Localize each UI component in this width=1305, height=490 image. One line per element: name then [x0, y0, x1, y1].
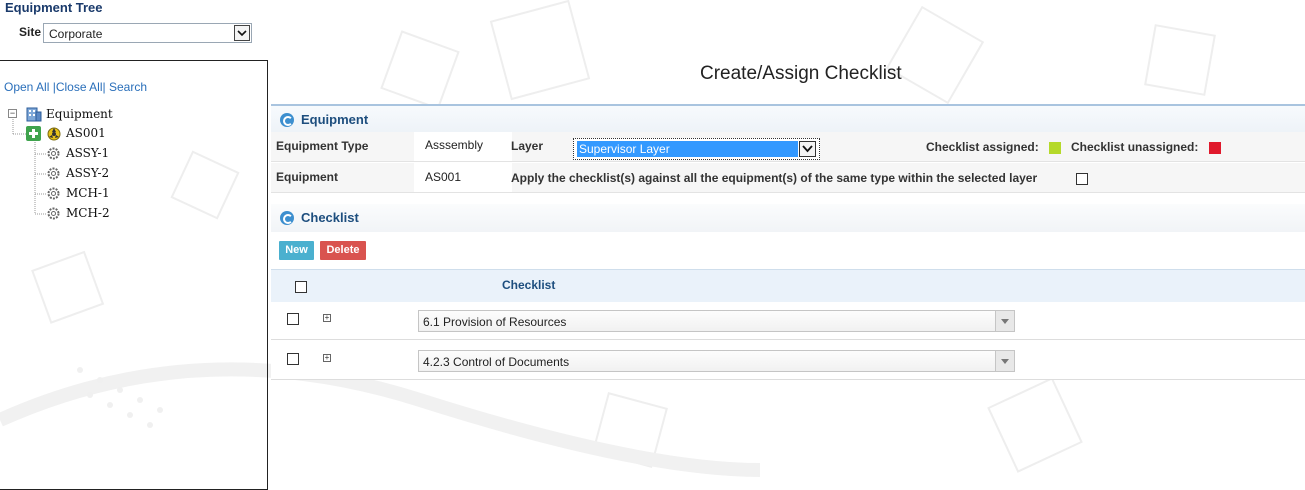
layer-label: Layer	[511, 139, 544, 153]
checklist-combo-value: 6.1 Provision of Resources	[423, 315, 567, 329]
gear-icon	[47, 147, 60, 163]
tree-node-as001[interactable]: AS001	[66, 126, 106, 140]
equipment-tree-title: Equipment Tree	[5, 0, 103, 15]
equipment-section-header: Equipment	[271, 104, 1305, 132]
site-select-value: Corporate	[49, 27, 103, 41]
gear-icon	[47, 207, 60, 223]
equipment-label: Equipment	[276, 170, 338, 184]
chevron-down-icon[interactable]	[234, 25, 250, 41]
tree-node-equipment[interactable]: Equipment	[46, 107, 113, 121]
equipment-value: AS001	[425, 170, 462, 184]
checklist-table-header: Checklist	[271, 269, 1305, 302]
equipment-type-value: Asssembly	[425, 138, 484, 152]
expand-icon[interactable]: +	[323, 314, 331, 322]
row-checkbox[interactable]	[287, 313, 299, 325]
equipment-section-title: Equipment	[301, 112, 369, 127]
assembly-icon	[47, 127, 61, 144]
site-select[interactable]: Corporate	[43, 23, 252, 43]
apply-checklist-checkbox[interactable]	[1076, 173, 1088, 185]
tree-node-child[interactable]: ASSY-1	[66, 146, 109, 160]
select-all-checkbox[interactable]	[295, 281, 307, 293]
checklist-section-title: Checklist	[301, 210, 359, 225]
gear-icon	[47, 167, 60, 183]
checklist-assigned-label: Checklist assigned:	[926, 140, 1039, 154]
checklist-unassigned-label: Checklist unassigned:	[1071, 140, 1199, 154]
search-link[interactable]: Search	[109, 80, 147, 94]
open-all-link[interactable]: Open All	[4, 80, 49, 94]
tree-node-child[interactable]: MCH-2	[66, 206, 110, 220]
chevron-down-icon[interactable]	[995, 311, 1014, 331]
layer-select[interactable]: Supervisor Layer	[573, 138, 820, 160]
checklist-column-header: Checklist	[502, 278, 556, 292]
checklist-combo-value: 4.2.3 Control of Documents	[423, 355, 570, 369]
chevron-down-icon[interactable]	[995, 351, 1014, 371]
refresh-icon	[280, 113, 294, 127]
close-all-link[interactable]: Close All	[56, 80, 103, 94]
page-title: Create/Assign Checklist	[700, 63, 902, 84]
chevron-down-icon[interactable]	[799, 141, 816, 157]
add-icon[interactable]	[26, 126, 41, 141]
gear-icon	[47, 187, 60, 203]
building-icon	[25, 105, 42, 125]
site-label: Site	[19, 25, 42, 39]
unassigned-color-swatch	[1209, 142, 1221, 154]
new-button[interactable]: New	[279, 241, 314, 260]
collapse-equipment-toggle[interactable]: −	[8, 109, 17, 118]
layer-select-value: Supervisor Layer	[577, 141, 798, 157]
table-row: + 6.1 Provision of Resources	[271, 302, 1305, 340]
apply-checklist-label: Apply the checklist(s) against all the e…	[511, 171, 1038, 185]
assigned-color-swatch	[1049, 142, 1061, 154]
refresh-icon	[280, 211, 294, 225]
equipment-type-label: Equipment Type	[276, 139, 369, 153]
tree-links: Open All |Close All| Search	[4, 80, 147, 94]
tree-node-child[interactable]: ASSY-2	[66, 166, 109, 180]
expand-icon[interactable]: +	[323, 354, 331, 362]
checklist-combo[interactable]: 4.2.3 Control of Documents	[418, 350, 1015, 372]
table-row: + 4.2.3 Control of Documents	[271, 342, 1305, 380]
row-checkbox[interactable]	[287, 353, 299, 365]
delete-button[interactable]: Delete	[320, 241, 366, 260]
checklist-section-header: Checklist	[271, 204, 1305, 232]
checklist-combo[interactable]: 6.1 Provision of Resources	[418, 310, 1015, 332]
tree-node-child[interactable]: MCH-1	[66, 186, 110, 200]
